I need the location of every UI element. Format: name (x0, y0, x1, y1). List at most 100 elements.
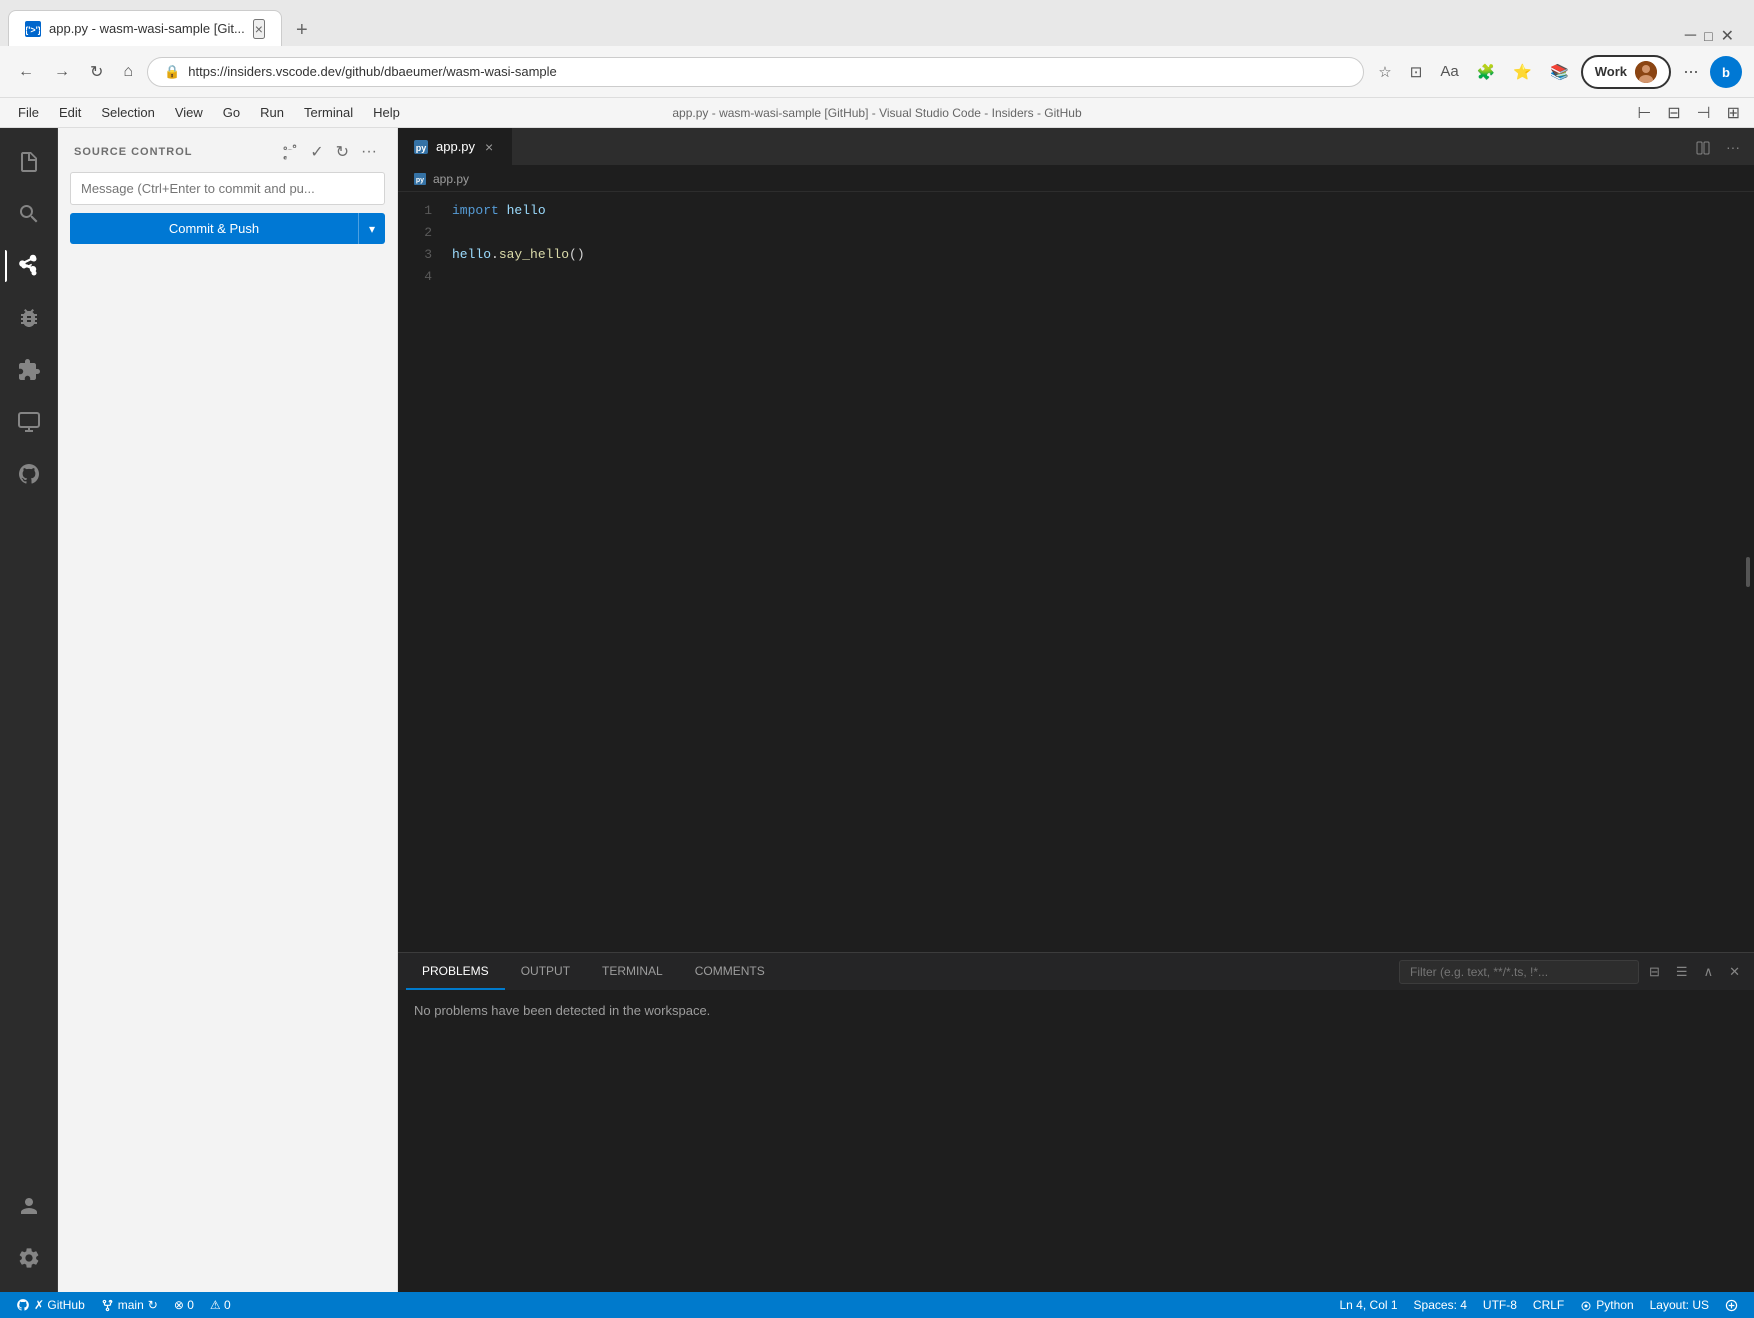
browser-nav: ← → ↻ ⌂ 🔒 https://insiders.vscode.dev/gi… (0, 46, 1754, 98)
activity-bar (0, 128, 58, 1292)
sidebar-action-refresh[interactable]: ↻ (332, 140, 353, 164)
scroll-indicator (1746, 557, 1750, 587)
activity-account[interactable] (5, 1182, 53, 1230)
nav-favorites[interactable]: ⭐ (1507, 59, 1538, 85)
nav-forward[interactable]: → (48, 59, 76, 85)
code-line-2: 2 (398, 222, 1754, 244)
panel-filter-input[interactable] (1399, 960, 1639, 984)
editor-tab-name: app.py (436, 139, 475, 154)
layout-sidebar-right[interactable]: ⊣ (1691, 101, 1717, 125)
menu-edit[interactable]: Edit (49, 101, 91, 124)
menu-run[interactable]: Run (250, 101, 294, 124)
activity-search[interactable] (5, 190, 53, 238)
panel-collapse-btn[interactable]: ⊟ (1643, 960, 1666, 984)
tab-bar-actions: ··· (1690, 128, 1754, 165)
activity-explorer[interactable] (5, 138, 53, 186)
vscode-container: SOURCE CONTROL ✓ ↻ ··· Commit & Push ▾ (0, 128, 1754, 1292)
browser-tab-close[interactable]: × (253, 19, 265, 39)
menu-selection[interactable]: Selection (91, 101, 164, 124)
commit-message-input[interactable] (70, 172, 385, 205)
panel-tab-terminal[interactable]: TERMINAL (586, 953, 679, 990)
window-close[interactable]: ✕ (1721, 26, 1734, 46)
svg-text:py: py (416, 177, 424, 184)
layout-panel-toggle[interactable]: ⊟ (1661, 101, 1686, 125)
menu-terminal[interactable]: Terminal (294, 101, 363, 124)
panel-tab-comments[interactable]: COMMENTS (679, 953, 781, 990)
menu-go[interactable]: Go (213, 101, 250, 124)
sidebar-action-more[interactable]: ··· (357, 140, 381, 164)
layout-sidebar-toggle[interactable]: ⊢ (1631, 101, 1657, 125)
no-problems-message: No problems have been detected in the wo… (414, 1003, 710, 1018)
activity-remote[interactable] (5, 398, 53, 446)
sidebar-action-check[interactable]: ✓ (306, 140, 327, 164)
sidebar-actions: ✓ ↻ ··· (278, 140, 381, 164)
commit-push-dropdown[interactable]: ▾ (358, 213, 385, 244)
vscode-tab-icon: {'>'} (25, 21, 41, 37)
panel-list-btn[interactable]: ☰ (1670, 960, 1694, 984)
code-line-4: 4 (398, 266, 1754, 288)
code-line-1: 1 import hello (398, 200, 1754, 222)
work-profile[interactable]: Work (1581, 55, 1671, 89)
nav-collections[interactable]: 📚 (1544, 59, 1575, 85)
window-maximize[interactable]: □ (1704, 28, 1712, 44)
status-spaces[interactable]: Spaces: 4 (1406, 1298, 1475, 1312)
errors-label: ⊗ 0 (174, 1298, 194, 1312)
commit-push-button[interactable]: Commit & Push (70, 213, 358, 244)
status-remote[interactable] (1717, 1299, 1746, 1312)
activity-github[interactable] (5, 450, 53, 498)
panel-tab-problems[interactable]: PROBLEMS (406, 953, 505, 990)
panel-content: No problems have been detected in the wo… (398, 991, 1754, 1292)
status-line-ending[interactable]: CRLF (1525, 1298, 1572, 1312)
nav-home[interactable]: ⌂ (117, 59, 139, 85)
editor-tab-apppy[interactable]: py app.py × (398, 128, 512, 165)
layout-more[interactable]: ⊞ (1721, 101, 1746, 125)
language-label: Python (1596, 1298, 1633, 1312)
nav-refresh[interactable]: ↻ (84, 58, 109, 86)
sidebar: SOURCE CONTROL ✓ ↻ ··· Commit & Push ▾ (58, 128, 398, 1292)
activity-debug[interactable] (5, 294, 53, 342)
status-branch[interactable]: main ↻ (93, 1298, 166, 1312)
panel-tab-output[interactable]: OUTPUT (505, 953, 586, 990)
bing-button[interactable]: b (1710, 56, 1742, 88)
code-editor[interactable]: 1 import hello 2 3 hello.say_hello() 4 (398, 192, 1754, 952)
window-minimize[interactable]: ─ (1685, 27, 1696, 45)
panel-area: PROBLEMS OUTPUT TERMINAL COMMENTS ⊟ ☰ ∧ … (398, 952, 1754, 1292)
activity-settings[interactable] (5, 1234, 53, 1282)
nav-split[interactable]: ⊡ (1404, 59, 1429, 85)
nav-more[interactable]: ··· (1677, 57, 1704, 86)
nav-bookmark[interactable]: ☆ (1372, 59, 1397, 85)
status-layout[interactable]: Layout: US (1642, 1298, 1717, 1312)
tab-split-editor[interactable] (1690, 134, 1716, 158)
new-tab-button[interactable]: + (286, 15, 318, 46)
panel-up-btn[interactable]: ∧ (1698, 960, 1720, 984)
breadcrumb-file[interactable]: py app.py (414, 172, 469, 186)
language-icon (1580, 1298, 1592, 1312)
nav-aa[interactable]: Aa (1434, 59, 1464, 84)
nav-back[interactable]: ← (12, 59, 40, 85)
sidebar-header: SOURCE CONTROL ✓ ↻ ··· (58, 128, 397, 172)
panel-tab-actions: ⊟ ☰ ∧ ✕ (1399, 953, 1746, 990)
status-errors[interactable]: ⊗ 0 (166, 1298, 202, 1312)
nav-icons-right: ☆ ⊡ Aa 🧩 ⭐ 📚 Work ··· b (1372, 55, 1742, 89)
menu-file[interactable]: File (8, 101, 49, 124)
address-bar[interactable]: 🔒 https://insiders.vscode.dev/github/dba… (147, 57, 1364, 87)
menu-help[interactable]: Help (363, 101, 410, 124)
status-warnings[interactable]: ⚠ 0 (202, 1298, 239, 1312)
activity-source-control[interactable] (5, 242, 53, 290)
tab-more[interactable]: ··· (1720, 135, 1746, 159)
editor-tab-close[interactable]: × (483, 139, 495, 155)
panel-close-btn[interactable]: ✕ (1723, 960, 1746, 984)
work-label: Work (1595, 64, 1627, 79)
status-cursor[interactable]: Ln 4, Col 1 (1332, 1298, 1406, 1312)
window-title: app.py - wasm-wasi-sample [GitHub] - Vis… (589, 106, 1166, 120)
status-encoding[interactable]: UTF-8 (1475, 1298, 1525, 1312)
menu-view[interactable]: View (165, 101, 213, 124)
browser-tab-active[interactable]: {'>'} app.py - wasm-wasi-sample [Git... … (8, 10, 282, 46)
nav-extensions[interactable]: 🧩 (1471, 59, 1502, 85)
sidebar-action-branch[interactable] (278, 140, 302, 164)
svg-text:py: py (416, 143, 427, 153)
status-language[interactable]: Python (1572, 1298, 1641, 1312)
activity-extensions[interactable] (5, 346, 53, 394)
status-github[interactable]: ✗ GitHub (8, 1298, 93, 1313)
warnings-label: ⚠ 0 (210, 1298, 231, 1312)
